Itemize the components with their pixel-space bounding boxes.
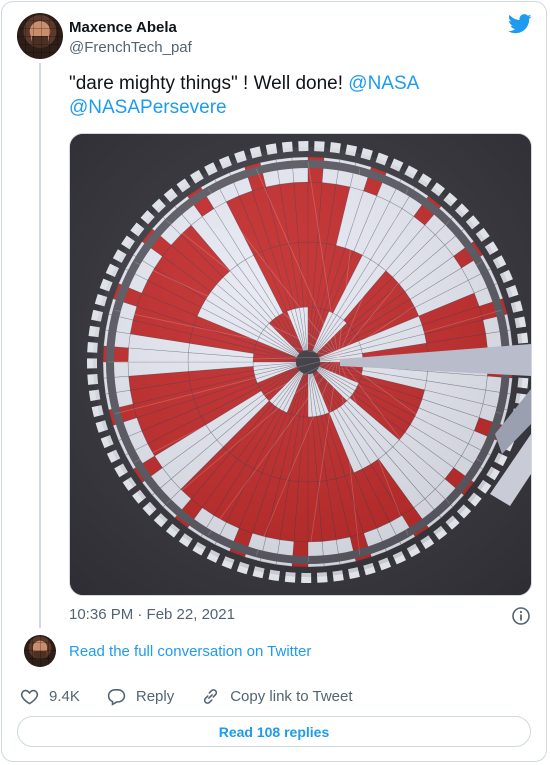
avatar-texture [17, 13, 63, 59]
author-name[interactable]: Maxence Abela [69, 19, 177, 36]
mention-nasapersevere-link[interactable]: @NASAPersevere [69, 97, 227, 118]
mention-nasa-link[interactable]: @NASA [348, 73, 419, 94]
thread-connector-line [39, 63, 41, 628]
tweet-timestamp-link[interactable]: 10:36 PM · Feb 22, 2021 [69, 606, 235, 623]
conversation-avatar[interactable] [24, 635, 56, 667]
copy-link-button[interactable]: Copy link to Tweet [201, 687, 353, 706]
read-replies-label: Read 108 replies [218, 723, 330, 740]
twitter-logo-icon[interactable] [508, 14, 532, 34]
like-count: 9.4K [49, 687, 80, 705]
author-avatar[interactable] [17, 13, 63, 59]
heart-icon [20, 689, 39, 705]
tweet-text-body: "dare mighty things" ! Well done! [69, 73, 349, 94]
like-button[interactable]: 9.4K [20, 687, 80, 706]
tweet-actions: 9.4K Reply Copy link to Tweet [20, 685, 380, 707]
link-icon [204, 688, 218, 704]
tweet-media-image[interactable] [69, 133, 532, 596]
copy-link-label: Copy link to Tweet [230, 687, 353, 705]
avatar-texture [24, 635, 56, 667]
info-icon[interactable] [511, 606, 531, 626]
reply-bubble-icon [107, 688, 126, 706]
author-handle[interactable]: @FrenchTech_paf [69, 39, 192, 56]
tweet-text: "dare mighty things" ! Well done! @NASA @… [69, 72, 519, 120]
parachute-image [70, 134, 531, 595]
reply-label: Reply [135, 687, 175, 705]
read-conversation-link[interactable]: Read the full conversation on Twitter [69, 643, 311, 660]
read-replies-button[interactable]: Read 108 replies [17, 716, 531, 747]
reply-button[interactable]: Reply [107, 687, 174, 706]
